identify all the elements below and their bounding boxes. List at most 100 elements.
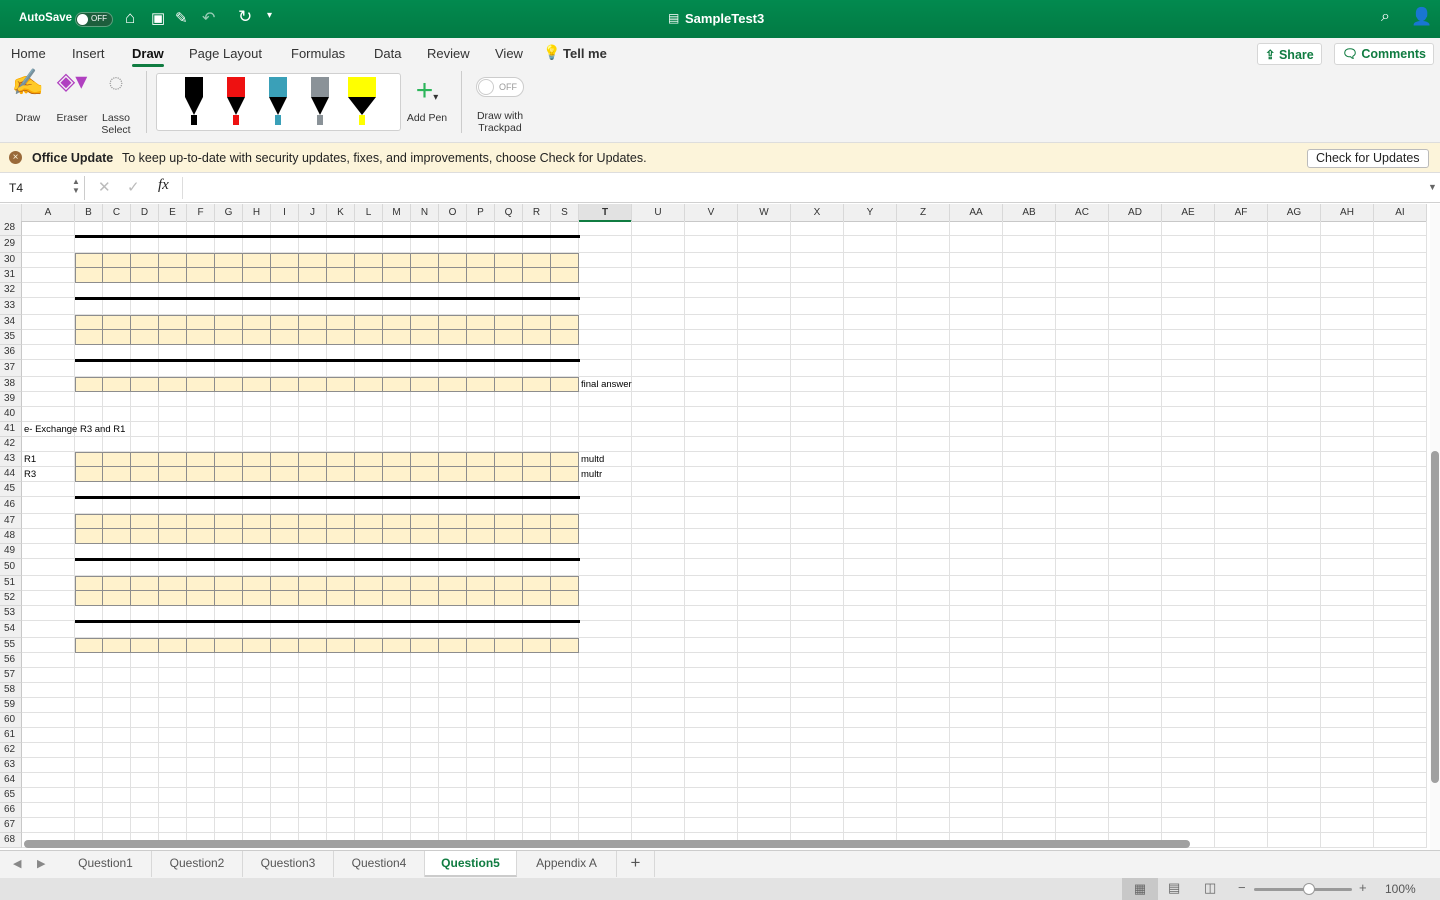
cell-X52[interactable] (791, 591, 844, 606)
cell-H52[interactable] (243, 591, 271, 606)
cell-T52[interactable] (579, 591, 632, 606)
cell-W50[interactable] (738, 559, 791, 576)
cell-E58[interactable] (159, 683, 187, 698)
cell-G39[interactable] (215, 392, 243, 407)
cell-Y38[interactable] (844, 377, 897, 392)
row-header-30[interactable]: 30 (0, 253, 22, 268)
cell-AE67[interactable] (1162, 818, 1215, 833)
cell-B62[interactable] (75, 743, 103, 758)
cell-M28[interactable] (383, 221, 411, 236)
cell-AA53[interactable] (950, 606, 1003, 621)
cell-AE42[interactable] (1162, 437, 1215, 452)
cell-P47[interactable] (467, 514, 495, 529)
autosave-toggle[interactable]: OFF (75, 11, 113, 28)
cell-K56[interactable] (327, 653, 355, 668)
cell-AI28[interactable] (1374, 221, 1427, 236)
cell-AE49[interactable] (1162, 544, 1215, 559)
cell-V30[interactable] (685, 253, 738, 268)
cell-AI34[interactable] (1374, 315, 1427, 330)
cell-M65[interactable] (383, 788, 411, 803)
row-header-47[interactable]: 47 (0, 514, 22, 529)
cell-S36[interactable] (551, 345, 579, 360)
cell-E33[interactable] (159, 298, 187, 315)
cell-AA59[interactable] (950, 698, 1003, 713)
cell-AA64[interactable] (950, 773, 1003, 788)
cell-X65[interactable] (791, 788, 844, 803)
cell-AC65[interactable] (1056, 788, 1109, 803)
cell-A37[interactable] (22, 360, 75, 377)
cell-Y64[interactable] (844, 773, 897, 788)
cell-U57[interactable] (632, 668, 685, 683)
cell-AD52[interactable] (1109, 591, 1162, 606)
cell-AG41[interactable] (1268, 422, 1321, 437)
cell-AD28[interactable] (1109, 221, 1162, 236)
cell-Y45[interactable] (844, 482, 897, 497)
cell-F51[interactable] (187, 576, 215, 591)
cell-Z49[interactable] (897, 544, 950, 559)
cell-K50[interactable] (327, 559, 355, 576)
cell-X38[interactable] (791, 377, 844, 392)
cell-X59[interactable] (791, 698, 844, 713)
cell-V62[interactable] (685, 743, 738, 758)
cell-I48[interactable] (271, 529, 299, 544)
cell-AC49[interactable] (1056, 544, 1109, 559)
cell-W59[interactable] (738, 698, 791, 713)
cell-D62[interactable] (131, 743, 159, 758)
cell-AI50[interactable] (1374, 559, 1427, 576)
cell-AD50[interactable] (1109, 559, 1162, 576)
spreadsheet-grid[interactable]: A B C D E F G H I J K L M N O P Q R S T U V W X Y Z AA AB AC AD AE AF AG… (0, 204, 1430, 850)
column-header-F[interactable]: F (187, 204, 215, 222)
cell-H63[interactable] (243, 758, 271, 773)
cell-Q55[interactable] (495, 638, 523, 653)
cell-AF37[interactable] (1215, 360, 1268, 377)
cell-D34[interactable] (131, 315, 159, 330)
cell-B64[interactable] (75, 773, 103, 788)
cell-AC36[interactable] (1056, 345, 1109, 360)
cell-AA40[interactable] (950, 407, 1003, 422)
cell-J36[interactable] (299, 345, 327, 360)
home-icon[interactable]: ⌂ (125, 8, 135, 28)
cell-O59[interactable] (439, 698, 467, 713)
cell-AD38[interactable] (1109, 377, 1162, 392)
cell-Y49[interactable] (844, 544, 897, 559)
cell-AG52[interactable] (1268, 591, 1321, 606)
cell-M53[interactable] (383, 606, 411, 621)
cell-M66[interactable] (383, 803, 411, 818)
cell-E34[interactable] (159, 315, 187, 330)
cell-AI65[interactable] (1374, 788, 1427, 803)
cell-B48[interactable] (75, 529, 103, 544)
cell-AD60[interactable] (1109, 713, 1162, 728)
cell-I36[interactable] (271, 345, 299, 360)
cell-I51[interactable] (271, 576, 299, 591)
cell-R44[interactable] (523, 467, 551, 482)
cell-G50[interactable] (215, 559, 243, 576)
cell-AH48[interactable] (1321, 529, 1374, 544)
cell-AB47[interactable] (1003, 514, 1056, 529)
cell-L29[interactable] (355, 236, 383, 253)
cell-C33[interactable] (103, 298, 131, 315)
cell-Q45[interactable] (495, 482, 523, 497)
cell-AE52[interactable] (1162, 591, 1215, 606)
cell-AH33[interactable] (1321, 298, 1374, 315)
cell-C39[interactable] (103, 392, 131, 407)
cell-Y53[interactable] (844, 606, 897, 621)
zoom-slider[interactable] (1254, 883, 1352, 895)
cell-R62[interactable] (523, 743, 551, 758)
cell-F34[interactable] (187, 315, 215, 330)
cell-P35[interactable] (467, 330, 495, 345)
cell-AE43[interactable] (1162, 452, 1215, 467)
cell-B38[interactable] (75, 377, 103, 392)
cell-G64[interactable] (215, 773, 243, 788)
cell-W46[interactable] (738, 497, 791, 514)
cell-O63[interactable] (439, 758, 467, 773)
cell-O41[interactable] (439, 422, 467, 437)
cell-G36[interactable] (215, 345, 243, 360)
cell-AG48[interactable] (1268, 529, 1321, 544)
cell-K30[interactable] (327, 253, 355, 268)
cell-AE57[interactable] (1162, 668, 1215, 683)
row-header-67[interactable]: 67 (0, 818, 22, 833)
row-header-54[interactable]: 54 (0, 621, 22, 638)
cell-AG53[interactable] (1268, 606, 1321, 621)
column-header-Y[interactable]: Y (844, 204, 897, 222)
cell-B61[interactable] (75, 728, 103, 743)
